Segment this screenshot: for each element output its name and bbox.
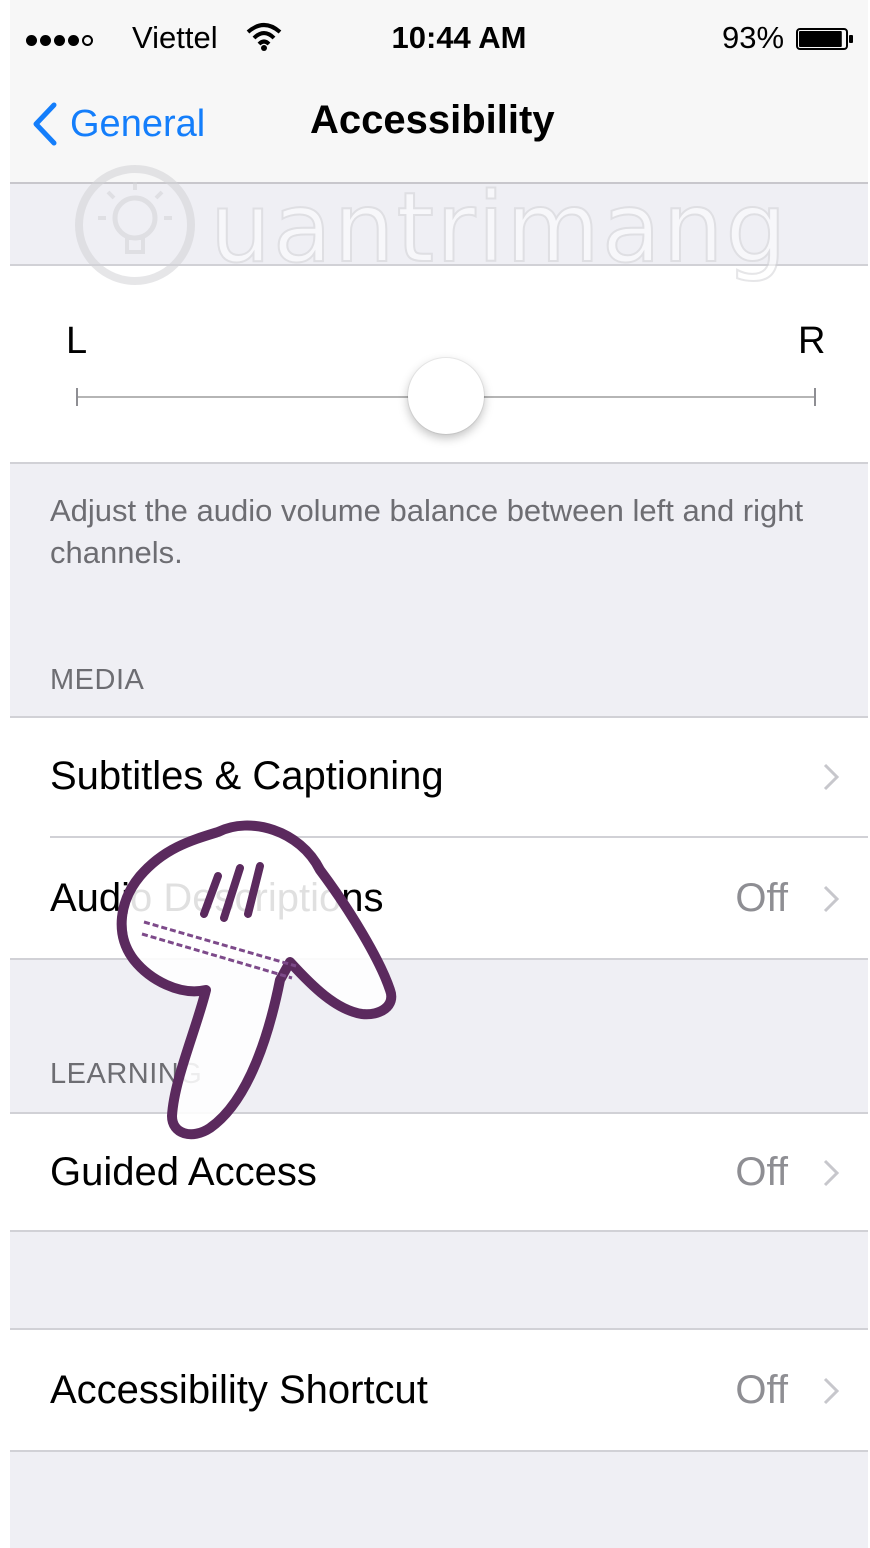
chevron-right-icon — [823, 1377, 840, 1405]
row-label: Audio Descriptions — [50, 876, 384, 920]
row-label: Subtitles & Captioning — [50, 754, 444, 798]
left-channel-label: L — [66, 320, 88, 362]
separator — [10, 1230, 868, 1232]
balance-footer-text: Adjust the audio volume balance between … — [50, 493, 804, 570]
page-title: Accessibility — [310, 98, 555, 142]
media-section-header: MEDIA — [50, 664, 145, 696]
slider-max-tick — [814, 388, 816, 406]
separator — [10, 1450, 868, 1452]
back-button[interactable]: General — [32, 92, 205, 156]
battery-percent: 93% — [722, 20, 785, 55]
accessibility-shortcut-row[interactable]: Accessibility Shortcut Off — [10, 1332, 868, 1448]
lightbulb-logo-icon — [75, 165, 195, 285]
slider-min-tick — [76, 388, 78, 406]
back-button-label: General — [70, 102, 206, 145]
subtitles-captioning-row[interactable]: Subtitles & Captioning — [10, 718, 868, 834]
row-value: Off — [735, 1368, 788, 1412]
watermark: uantrimang — [70, 160, 810, 300]
battery-icon — [796, 28, 853, 50]
learning-section-header: LEARNING — [50, 1058, 203, 1090]
guided-access-row[interactable]: Guided Access Off — [10, 1114, 868, 1230]
chevron-right-icon — [823, 885, 840, 913]
row-label: Guided Access — [50, 1150, 317, 1194]
chevron-right-icon — [823, 763, 840, 791]
row-value: Off — [735, 876, 788, 920]
watermark-text: uantrimang — [209, 171, 789, 285]
right-channel-label: R — [798, 320, 826, 362]
slider-thumb[interactable] — [408, 358, 484, 434]
audio-descriptions-row[interactable]: Audio Descriptions Off — [10, 840, 868, 956]
row-value: Off — [735, 1150, 788, 1194]
chevron-left-icon — [33, 102, 57, 146]
status-bar: Viettel 10:44 AM 93% — [10, 0, 868, 78]
balance-slider[interactable]: L R — [10, 280, 868, 460]
row-label: Accessibility Shortcut — [50, 1368, 428, 1412]
separator — [50, 836, 868, 838]
separator — [10, 958, 868, 960]
accessibility-screen: Viettel 10:44 AM 93% General Accessibili… — [10, 0, 868, 1548]
separator — [10, 462, 868, 464]
chevron-right-icon — [823, 1159, 840, 1187]
